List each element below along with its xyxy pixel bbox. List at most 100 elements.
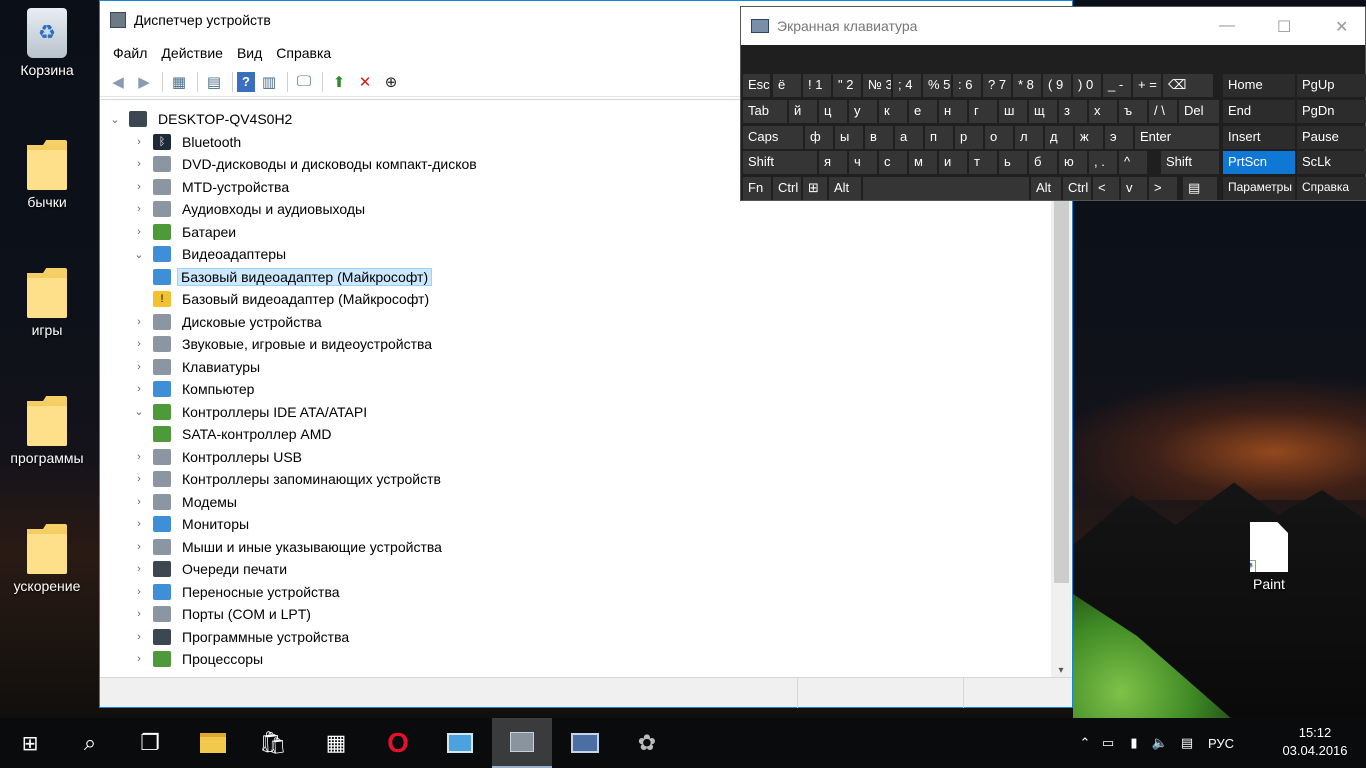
tree-category-item[interactable]: › Очереди печати — [101, 558, 1051, 581]
tree-category-item[interactable]: › Модемы — [101, 491, 1051, 514]
chevron-right-icon[interactable]: › — [131, 563, 147, 575]
osk-nav-key[interactable]: PrtScn — [1223, 151, 1295, 174]
osk-key[interactable]: е — [909, 100, 937, 123]
tree-category-item[interactable]: › Мыши и иные указывающие устройства — [101, 536, 1051, 559]
chevron-right-icon[interactable]: › — [131, 631, 147, 643]
osk-key[interactable]: п — [925, 126, 953, 149]
close-icon[interactable]: ✕ — [1335, 17, 1348, 37]
tree-device-item[interactable]: ! Базовый видеоадаптер (Майкрософт) — [101, 288, 1051, 311]
osk-nav-key[interactable]: Home — [1223, 74, 1295, 97]
chevron-right-icon[interactable]: › — [131, 496, 147, 508]
osk-key[interactable]: о — [985, 126, 1013, 149]
osk-key[interactable]: м — [909, 151, 937, 174]
tree-category-item[interactable]: › Батареи — [101, 221, 1051, 244]
tree-category-item[interactable]: › Контроллеры USB — [101, 446, 1051, 469]
osk-nav-key[interactable]: Pause — [1297, 126, 1366, 149]
osk-key[interactable]: ц — [819, 100, 847, 123]
osk-key[interactable]: р — [955, 126, 983, 149]
network-icon[interactable]: ▮ — [1121, 735, 1147, 751]
osk-key[interactable]: ю — [1059, 151, 1087, 174]
chevron-right-icon[interactable]: › — [131, 203, 147, 215]
osk-key[interactable]: д — [1045, 126, 1073, 149]
language-indicator[interactable]: РУС — [1201, 736, 1241, 751]
osk-key[interactable]: в — [865, 126, 893, 149]
chevron-right-icon[interactable]: › — [131, 316, 147, 328]
osk-key[interactable]: с — [879, 151, 907, 174]
osk-key[interactable]: н — [939, 100, 967, 123]
chevron-right-icon[interactable]: › — [131, 361, 147, 373]
chevron-down-icon[interactable]: ⌄ — [131, 248, 147, 261]
osk-key[interactable]: ? 7 — [983, 74, 1011, 97]
osk-key[interactable]: а — [895, 126, 923, 149]
volume-icon[interactable]: 🔈 — [1147, 735, 1173, 751]
osk-key[interactable] — [863, 177, 1029, 200]
osk-key[interactable]: и — [939, 151, 967, 174]
taskbar-explorer[interactable] — [183, 718, 243, 768]
osk-nav-key[interactable]: Справка — [1297, 177, 1366, 200]
osk-key[interactable]: Shift — [1161, 151, 1219, 174]
osk-nav-key[interactable]: PgUp — [1297, 74, 1366, 97]
osk-key[interactable]: Caps — [743, 126, 803, 149]
osk-key[interactable]: ⌫ — [1163, 74, 1213, 97]
osk-key[interactable]: ж — [1075, 126, 1103, 149]
osk-key[interactable]: ▤ — [1183, 177, 1217, 200]
chevron-right-icon[interactable]: › — [131, 608, 147, 620]
chevron-down-icon[interactable]: ⌄ — [107, 113, 123, 126]
properties-icon[interactable]: ▤ — [202, 70, 226, 94]
chevron-up-icon[interactable]: ⌃ — [1075, 735, 1095, 751]
on-screen-keyboard-window[interactable]: Экранная клавиатура — ☐ ✕ Esc ё! 1 " 2 № 3;… — [740, 6, 1366, 201]
chevron-right-icon[interactable]: › — [131, 653, 147, 665]
tree-category-item[interactable]: › Мониторы — [101, 513, 1051, 536]
osk-key[interactable]: ) 0 — [1073, 74, 1101, 97]
osk-nav-key[interactable]: Параметры — [1223, 177, 1295, 200]
osk-key[interactable]: ь — [999, 151, 1027, 174]
task-view-button[interactable]: ❐ — [120, 718, 180, 768]
tree-category-item[interactable]: › Компьютер — [101, 378, 1051, 401]
osk-key[interactable]: Alt — [829, 177, 861, 200]
osk-key[interactable]: л — [1015, 126, 1043, 149]
osk-key[interactable]: : 6 — [953, 74, 981, 97]
taskbar-store[interactable]: 🛍 — [243, 718, 303, 768]
desktop-icon-folder-igry[interactable]: игры — [2, 268, 92, 338]
taskbar-app[interactable]: ✿ — [617, 718, 677, 768]
osk-key[interactable]: / \ — [1149, 100, 1177, 123]
chevron-right-icon[interactable]: › — [131, 586, 147, 598]
tree-category-item[interactable]: ⌄ Видеоадаптеры — [101, 243, 1051, 266]
osk-key[interactable]: я — [819, 151, 847, 174]
menu-help[interactable]: Справка — [269, 45, 338, 61]
osk-key[interactable]: № 3 — [863, 74, 891, 97]
osk-key[interactable]: ё — [773, 74, 801, 97]
osk-key[interactable]: х — [1089, 100, 1117, 123]
taskbar-device-manager[interactable] — [492, 718, 552, 768]
osk-key[interactable]: Shift — [743, 151, 817, 174]
osk-key[interactable]: ( 9 — [1043, 74, 1071, 97]
chevron-right-icon[interactable]: › — [131, 226, 147, 238]
scan-hardware-icon[interactable]: 🖵 — [292, 70, 316, 94]
osk-key[interactable]: у — [849, 100, 877, 123]
osk-key[interactable]: v — [1121, 177, 1147, 200]
osk-key[interactable]: щ — [1029, 100, 1057, 123]
help-icon[interactable]: ? — [237, 71, 255, 92]
osk-nav-key[interactable]: PgDn — [1297, 100, 1366, 123]
osk-key[interactable]: % 5 — [923, 74, 951, 97]
desktop-icon-folder-programmy[interactable]: программы — [2, 396, 92, 466]
osk-nav-key[interactable]: Insert — [1223, 126, 1295, 149]
osk-key[interactable]: Del — [1179, 100, 1219, 123]
osk-key[interactable]: т — [969, 151, 997, 174]
start-button[interactable]: ⊞ — [0, 718, 60, 768]
disable-device-icon[interactable]: ⊕ — [379, 70, 403, 94]
osk-key[interactable]: < — [1093, 177, 1119, 200]
osk-key[interactable]: к — [879, 100, 907, 123]
chevron-right-icon[interactable]: › — [131, 383, 147, 395]
osk-key[interactable]: ⊞ — [803, 177, 827, 200]
osk-nav-key[interactable]: ScLk — [1297, 151, 1366, 174]
scroll-down-icon[interactable]: ▾ — [1051, 665, 1071, 676]
osk-key[interactable]: Fn — [743, 177, 771, 200]
search-button[interactable]: ⌕ — [60, 718, 120, 768]
uninstall-icon[interactable]: ✕ — [353, 70, 377, 94]
tree-category-item[interactable]: ⌄ Контроллеры IDE ATA/ATAPI — [101, 401, 1051, 424]
title-bar[interactable]: Экранная клавиатура — ☐ ✕ — [741, 7, 1365, 45]
desktop-icon-recycle-bin[interactable]: Корзина — [2, 8, 92, 78]
battery-icon[interactable]: ▭ — [1095, 735, 1121, 751]
osk-key[interactable]: " 2 — [833, 74, 861, 97]
